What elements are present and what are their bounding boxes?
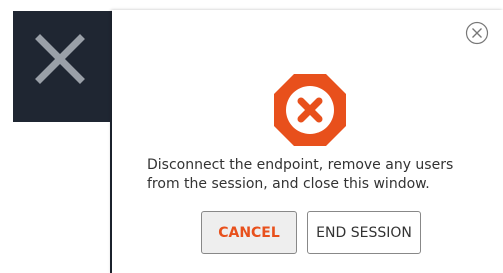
octagon-x-icon — [274, 74, 346, 146]
message-line-2: from the session, and close this window. — [147, 176, 430, 192]
end-session-button[interactable]: END SESSION — [307, 211, 421, 254]
dialog-message: Disconnect the endpoint, remove any user… — [147, 156, 477, 194]
screen: Disconnect the endpoint, remove any user… — [0, 0, 503, 273]
circle-close-icon[interactable] — [465, 21, 489, 45]
message-line-1: Disconnect the endpoint, remove any user… — [147, 157, 454, 173]
close-x-icon[interactable] — [32, 31, 88, 87]
end-session-dialog: Disconnect the endpoint, remove any user… — [112, 10, 503, 273]
cancel-button[interactable]: CANCEL — [201, 211, 297, 254]
